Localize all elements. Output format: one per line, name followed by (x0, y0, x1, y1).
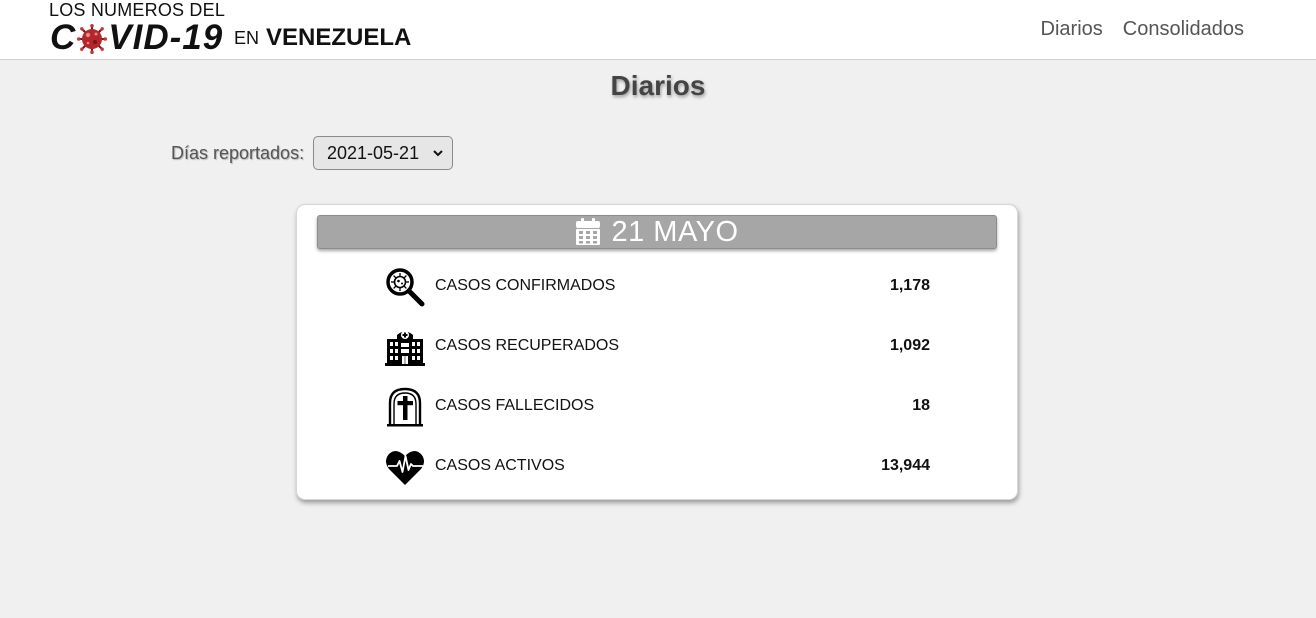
stat-value: 1,092 (889, 337, 930, 354)
nav-link-consolidados[interactable]: Consolidados (1123, 18, 1244, 41)
reported-days-label: Días reportados: (171, 143, 305, 163)
reported-days-selected-value: 2021-05-21 (327, 142, 420, 163)
reported-days-select[interactable]: 2021-05-21 (313, 136, 453, 170)
stat-label: CASOS RECUPERADOS (435, 337, 620, 354)
nav-link-diarios[interactable]: Diarios (1041, 18, 1103, 41)
virus-icon (77, 24, 108, 54)
stat-label: CASOS ACTIVOS (435, 457, 565, 474)
brand-country: VENEZUELA (266, 24, 412, 51)
top-navbar: LOS NUMEROS DEL C VID-19 EN VENEZUELA Di… (0, 0, 1316, 60)
tombstone-icon (387, 387, 423, 427)
brand-logo[interactable]: C VID-19 (50, 18, 223, 58)
stat-row-recovered: CASOS RECUPERADOS 1,092 (385, 325, 930, 367)
stat-value: 13,944 (881, 457, 930, 474)
brand-covid-prefix: C (50, 18, 77, 57)
virus-magnifier-icon (386, 268, 425, 307)
stat-row-confirmed: CASOS CONFIRMADOS 1,178 (385, 265, 930, 307)
stat-label: CASOS CONFIRMADOS (435, 277, 616, 294)
stat-row-active: CASOS ACTIVOS 13,944 (385, 445, 930, 487)
calendar-icon (576, 218, 601, 245)
page-title: Diarios (610, 70, 706, 101)
daily-summary-card: 21 MAYO CASOS CONFIRMADOS 1,178 CASOS RE… (296, 204, 1018, 500)
heart-pulse-icon (386, 450, 424, 485)
chevron-down-icon (433, 150, 443, 157)
main-nav: Diarios Consolidados (1041, 18, 1244, 41)
stat-value: 1,178 (889, 277, 930, 294)
stat-label: CASOS FALLECIDOS (435, 397, 595, 414)
hospital-icon (385, 331, 425, 366)
card-date: 21 MAYO (611, 215, 739, 248)
brand-covid-suffix: VID-19 (108, 18, 224, 57)
brand-en: EN (234, 28, 260, 48)
stat-row-deceased: CASOS FALLECIDOS 18 (385, 385, 930, 427)
card-date-header: 21 MAYO (317, 215, 997, 249)
stat-value: 18 (912, 397, 930, 414)
